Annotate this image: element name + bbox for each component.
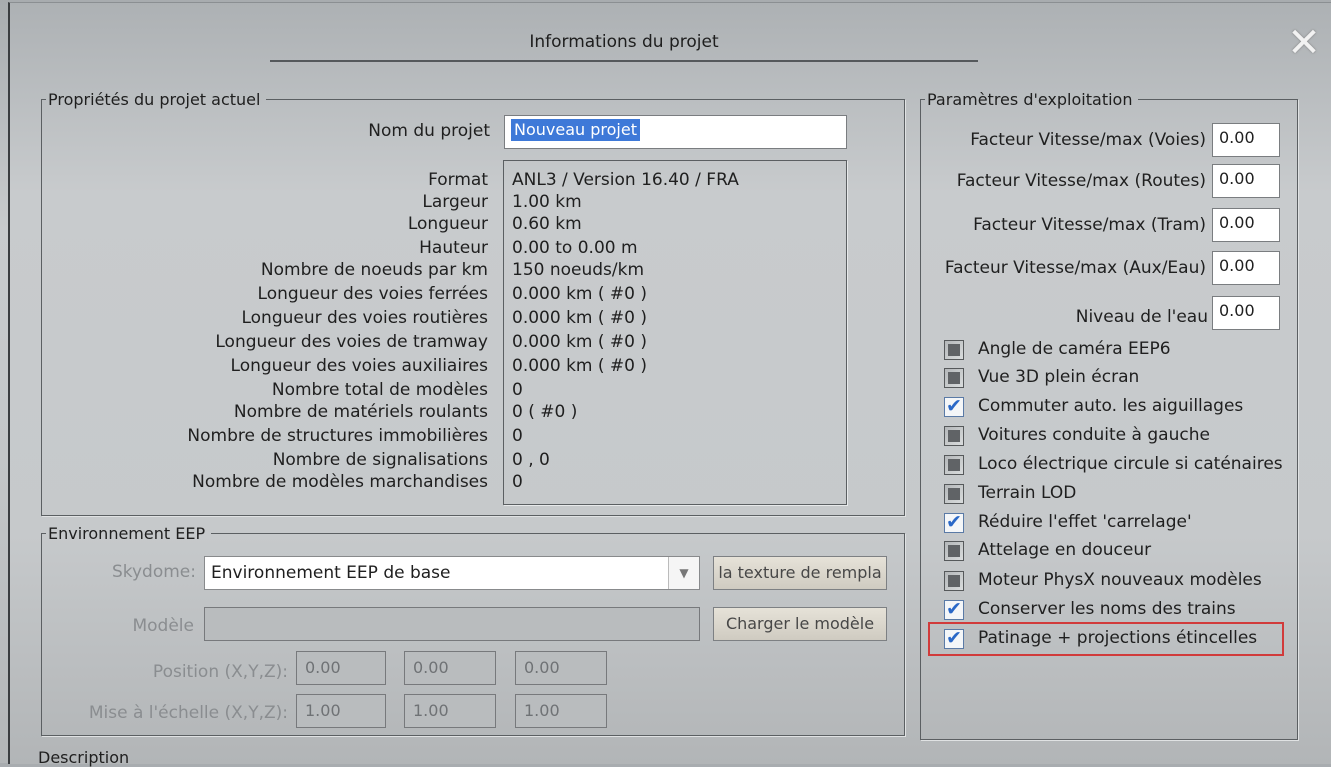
factor-label: Facteur Vitesse/max (Voies) [970, 130, 1206, 150]
model-label: Modèle [132, 616, 194, 636]
checkbox-box[interactable] [944, 484, 964, 504]
info-label: Nombre de signalisations [272, 450, 488, 470]
info-value: 0.000 km ( #0 ) [512, 284, 648, 304]
dialog-title: Informations du projet [270, 24, 978, 62]
description-label: Description [38, 748, 130, 767]
checkbox-label: Voitures conduite à gauche [978, 425, 1210, 445]
texture-button[interactable]: la texture de rempla [713, 556, 887, 590]
info-value: 0 [512, 472, 523, 492]
position-y-input[interactable]: 0.00 [404, 651, 496, 685]
info-label: Hauteur [419, 238, 488, 258]
factor-label: Facteur Vitesse/max (Routes) [956, 171, 1206, 191]
info-value: 0.000 km ( #0 ) [512, 332, 648, 352]
project-properties-legend: Propriétés du projet actuel [48, 90, 261, 109]
position-z-input[interactable]: 0.00 [515, 651, 607, 685]
close-icon[interactable]: ✕ [1286, 23, 1322, 63]
checkbox-box[interactable] [944, 340, 964, 360]
info-label: Format [428, 170, 488, 190]
checkbox-label: Loco électrique circule si caténaires [978, 454, 1283, 474]
info-value: 0.000 km ( #0 ) [512, 356, 648, 376]
info-value: 0 ( #0 ) [512, 402, 578, 422]
environment-legend: Environnement EEP [48, 524, 206, 543]
skydome-select[interactable]: Environnement EEP de base ▼ [204, 556, 700, 590]
checkbox-box[interactable] [944, 426, 964, 446]
info-label: Nombre de modèles marchandises [192, 472, 488, 492]
checkbox-box[interactable] [944, 455, 964, 475]
factor-tram-input[interactable]: 0.00 [1212, 208, 1280, 242]
info-value: 0 [512, 380, 523, 400]
scale-y-input[interactable]: 1.00 [404, 694, 496, 728]
position-label: Position (X,Y,Z): [152, 662, 288, 682]
project-name-value: Nouveau projet [511, 119, 640, 141]
skydome-label: Skydome: [111, 562, 196, 582]
info-label: Nombre total de modèles [271, 380, 488, 400]
factor-label: Facteur Vitesse/max (Aux/Eau) [944, 258, 1206, 278]
checkbox-label: Moteur PhysX nouveaux modèles [978, 570, 1262, 590]
factor-label: Facteur Vitesse/max (Tram) [973, 215, 1206, 235]
info-value: ANL3 / Version 16.40 / FRA [512, 170, 739, 190]
scale-z-input[interactable]: 1.00 [515, 694, 607, 728]
info-label: Longueur des voies ferrées [257, 284, 488, 304]
info-value: 0.60 km [512, 214, 582, 234]
skydome-value: Environnement EEP de base [211, 563, 451, 583]
info-label: Nombre de structures immobilières [187, 426, 488, 446]
info-value: 0.00 to 0.00 m [512, 238, 638, 258]
project-name-label: Nom du projet [368, 121, 490, 141]
load-model-button[interactable]: Charger le modèle [713, 607, 887, 641]
operation-legend: Paramètres d'exploitation [927, 90, 1133, 109]
checkbox-label: Terrain LOD [978, 483, 1077, 503]
checkbox-box[interactable] [944, 395, 964, 417]
checkbox-label: Attelage en douceur [978, 540, 1152, 560]
info-value: 0 [512, 426, 523, 446]
checkbox-box[interactable] [944, 368, 964, 388]
info-label: Nombre de matériels roulants [233, 402, 488, 422]
checkbox-label: Conserver les noms des trains [978, 599, 1236, 619]
checkbox-box[interactable] [944, 541, 964, 561]
info-label: Longueur des voies auxiliaires [230, 356, 488, 376]
position-x-input[interactable]: 0.00 [296, 651, 386, 685]
info-value: 0 , 0 [512, 450, 550, 470]
scale-label: Mise à l'échelle (X,Y,Z): [88, 703, 288, 723]
info-label: Longueur [407, 214, 488, 234]
checkbox-label: Angle de caméra EEP6 [978, 339, 1171, 359]
factor-voies-input[interactable]: 0.00 [1212, 123, 1280, 157]
water-level-input[interactable]: 0.00 [1212, 296, 1280, 330]
info-label: Largeur [422, 192, 488, 212]
model-input[interactable] [204, 607, 700, 641]
checkbox-label: Réduire l'effet 'carrelage' [978, 512, 1192, 532]
info-label: Longueur des voies de tramway [215, 332, 488, 352]
checkbox-label: Vue 3D plein écran [978, 367, 1140, 387]
info-label: Nombre de noeuds par km [260, 260, 488, 280]
checkbox-label: Commuter auto. les aiguillages [978, 396, 1244, 416]
factor-routes-input[interactable]: 0.00 [1212, 164, 1280, 198]
project-name-input[interactable]: Nouveau projet [504, 115, 847, 149]
scale-x-input[interactable]: 1.00 [296, 694, 386, 728]
info-label: Longueur des voies routières [241, 308, 488, 328]
checkbox-box[interactable] [944, 571, 964, 591]
checkbox-box[interactable] [944, 598, 964, 620]
factor-aux-eau-input[interactable]: 0.00 [1212, 251, 1280, 285]
checkbox-box[interactable] [944, 511, 964, 533]
info-value: 1.00 km [512, 192, 582, 212]
info-value: 0.000 km ( #0 ) [512, 308, 648, 328]
info-value: 150 noeuds/km [512, 260, 645, 280]
highlight-box [928, 622, 1284, 656]
chevron-down-icon[interactable]: ▼ [668, 557, 699, 589]
water-level-label: Niveau de l'eau [1075, 307, 1208, 327]
